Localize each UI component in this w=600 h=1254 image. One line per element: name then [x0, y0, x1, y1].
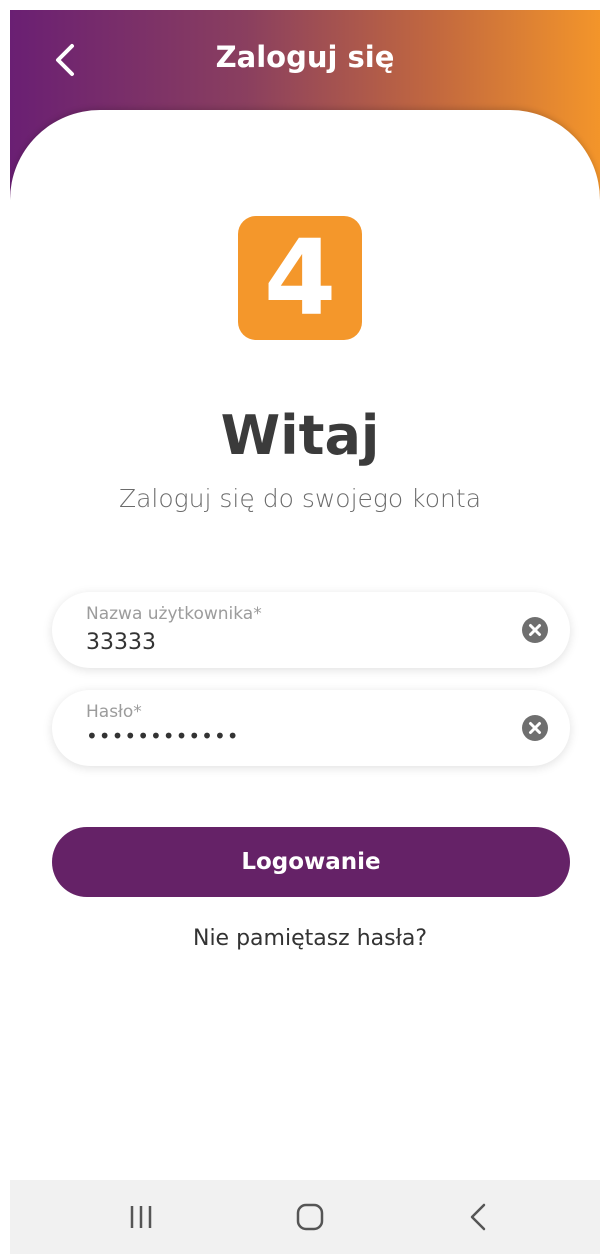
login-button[interactable]: Logowanie: [52, 827, 570, 897]
welcome-subtitle: Zaloguj się do swojego konta: [118, 484, 482, 513]
home-icon: [296, 1203, 324, 1231]
welcome-title: Witaj: [220, 404, 380, 467]
back-icon: [470, 1203, 486, 1231]
username-field[interactable]: Nazwa użytkownika* 33333: [52, 592, 570, 668]
password-input[interactable]: ••••••••••••: [86, 724, 506, 748]
clear-password-button[interactable]: [522, 715, 548, 741]
username-label: Nazwa użytkownika*: [86, 604, 262, 624]
password-field[interactable]: Hasło* ••••••••••••: [52, 690, 570, 766]
home-button[interactable]: [285, 1192, 335, 1242]
forgot-password-link[interactable]: Nie pamiętasz hasła?: [0, 926, 600, 951]
clear-icon: [529, 624, 541, 636]
password-label: Hasło*: [86, 702, 142, 722]
clear-icon: [529, 722, 541, 734]
clear-username-button[interactable]: [522, 617, 548, 643]
recents-button[interactable]: [116, 1192, 166, 1242]
username-input[interactable]: 33333: [86, 630, 506, 655]
page-title: Zaloguj się: [215, 40, 395, 74]
recents-icon: [130, 1206, 152, 1228]
system-back-button[interactable]: [453, 1192, 503, 1242]
system-navigation-bar: [10, 1180, 600, 1254]
app-logo: 4: [238, 216, 362, 340]
